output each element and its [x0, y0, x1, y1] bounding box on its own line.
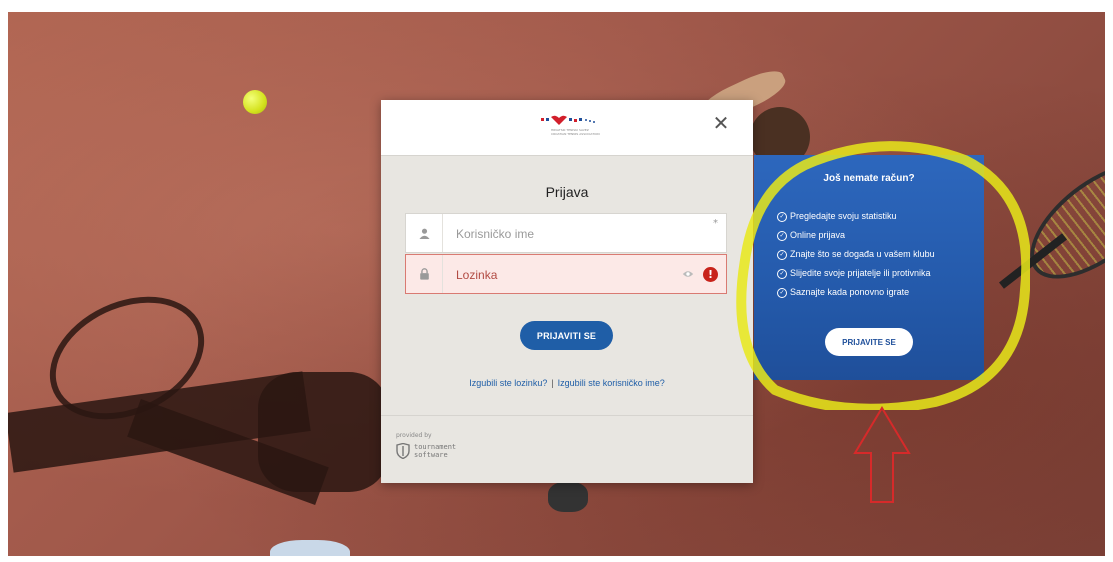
list-item-label: Znajte što se događa u vašem klubu [790, 249, 935, 259]
forgot-password-link[interactable]: Izgubili ste lozinku? [469, 378, 547, 388]
tennis-racket [1010, 141, 1105, 301]
check-circle-icon: ✓ [777, 230, 787, 241]
list-item: ✓ Online prijava [777, 226, 935, 245]
register-title: Još nemate račun? [823, 173, 915, 184]
login-modal: HRVATSKI TENISKI SAVEZ CROATIAN TENNIS A… [381, 100, 753, 483]
user-icon [406, 214, 443, 252]
player-leg [548, 482, 588, 512]
provided-by-label: provided by [396, 432, 432, 439]
list-item-label: Slijedite svoje prijatelje ili protivnik… [790, 268, 931, 278]
check-circle-icon: ✓ [777, 268, 787, 279]
forgot-links: Izgubili ste lozinku? | Izgubili ste koris… [381, 378, 753, 388]
forgot-username-link[interactable]: Izgubili ste korisničko ime? [558, 378, 665, 388]
list-item: ✓ Saznajte kada ponovno igrate [777, 283, 935, 302]
error-icon: ! [703, 267, 718, 282]
login-button[interactable]: PRIJAVITI SE [520, 321, 613, 350]
close-icon[interactable]: ✕ [709, 111, 733, 135]
list-item-label: Pregledajte svoju statistiku [790, 211, 897, 221]
check-circle-icon: ✓ [777, 287, 787, 298]
check-circle-icon: ✓ [777, 249, 787, 260]
shield-icon [396, 443, 410, 459]
register-button[interactable]: PRIJAVITE SE [825, 328, 913, 356]
tournament-software-logo: tournament software [396, 443, 456, 459]
register-panel: Još nemate račun? ✓ Pregledajte svoju sta… [754, 155, 984, 380]
modal-header: HRVATSKI TENISKI SAVEZ CROATIAN TENNIS A… [381, 100, 753, 156]
lock-icon [406, 255, 443, 293]
logo-text-line2: CROATIAN TENNIS ASSOCIATION [551, 132, 600, 136]
provider-name: tournament software [414, 443, 456, 459]
username-field: * [405, 213, 727, 254]
eye-icon[interactable] [682, 268, 694, 281]
hts-logo: HRVATSKI TENISKI SAVEZ CROATIAN TENNIS A… [541, 115, 600, 136]
list-item: ✓ Znajte što se događa u vašem klubu [777, 245, 935, 264]
player-shoe [270, 540, 350, 556]
required-mark: * [713, 218, 718, 229]
password-input[interactable] [454, 255, 688, 295]
provider-line2: software [414, 451, 448, 459]
benefits-list: ✓ Pregledajte svoju statistiku ✓ Online pr… [777, 207, 935, 302]
page-title: Prijava [545, 184, 589, 200]
list-item-label: Online prijava [790, 230, 846, 240]
list-item: ✓ Pregledajte svoju statistiku [777, 207, 935, 226]
username-input[interactable] [454, 214, 688, 254]
divider [381, 415, 753, 416]
provider-line1: tournament [414, 443, 457, 451]
player-shadow-body [258, 372, 388, 492]
link-separator: | [551, 378, 554, 388]
list-item: ✓ Slijedite svoje prijatelje ili protivni… [777, 264, 935, 283]
check-circle-icon: ✓ [777, 211, 787, 222]
list-item-label: Saznajte kada ponovno igrate [790, 287, 910, 297]
password-field: ! [405, 254, 727, 295]
tennis-ball [243, 90, 267, 114]
